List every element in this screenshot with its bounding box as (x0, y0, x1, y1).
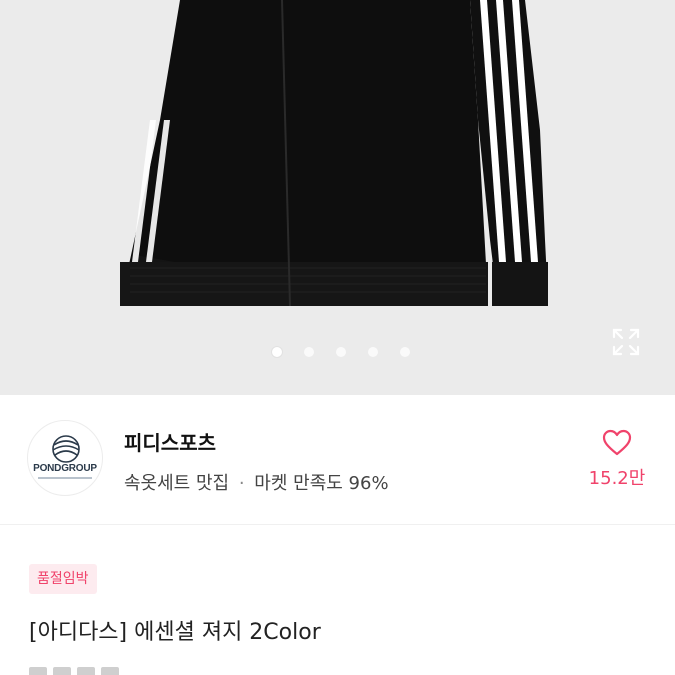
expand-icon[interactable] (611, 327, 641, 357)
shop-logo-underline (38, 477, 92, 479)
like-count: 15.2만 (588, 468, 646, 489)
price-cutoff (29, 666, 149, 675)
status-badge: 품절임박 (29, 564, 97, 594)
heart-icon (602, 429, 632, 456)
shop-info[interactable]: PONDGROUP 피디스포츠 속옷세트 맛집 · 마켓 만족도 96% 15.… (0, 395, 675, 525)
shop-name[interactable]: 피디스포츠 (124, 427, 216, 456)
slide-dot-2[interactable] (304, 347, 314, 357)
slide-dot-1[interactable] (272, 347, 282, 357)
slide-dot-5[interactable] (400, 347, 410, 357)
slide-dot-4[interactable] (368, 347, 378, 357)
product-image-gallery[interactable] (0, 0, 675, 395)
product-info: 품절임박 [아디다스] 에센셜 져지 2Color (0, 526, 675, 675)
jacket-image (120, 0, 548, 307)
shop-satisfaction: 마켓 만족도 96% (254, 473, 389, 494)
shop-tagline: 속옷세트 맛집 (124, 473, 230, 494)
product-page: PONDGROUP 피디스포츠 속옷세트 맛집 · 마켓 만족도 96% 15.… (0, 0, 675, 675)
shop-logo-text: PONDGROUP (33, 463, 97, 474)
shop-logo[interactable]: PONDGROUP (27, 420, 103, 496)
globe-icon (52, 435, 80, 463)
product-title: [아디다스] 에센셜 져지 2Color (29, 620, 321, 645)
shop-meta: 속옷세트 맛집 · 마켓 만족도 96% (124, 469, 389, 495)
meta-separator: · (238, 473, 245, 494)
like-button[interactable]: 15.2만 (585, 429, 649, 490)
slide-dot-3[interactable] (336, 347, 346, 357)
slide-indicator (0, 347, 675, 359)
